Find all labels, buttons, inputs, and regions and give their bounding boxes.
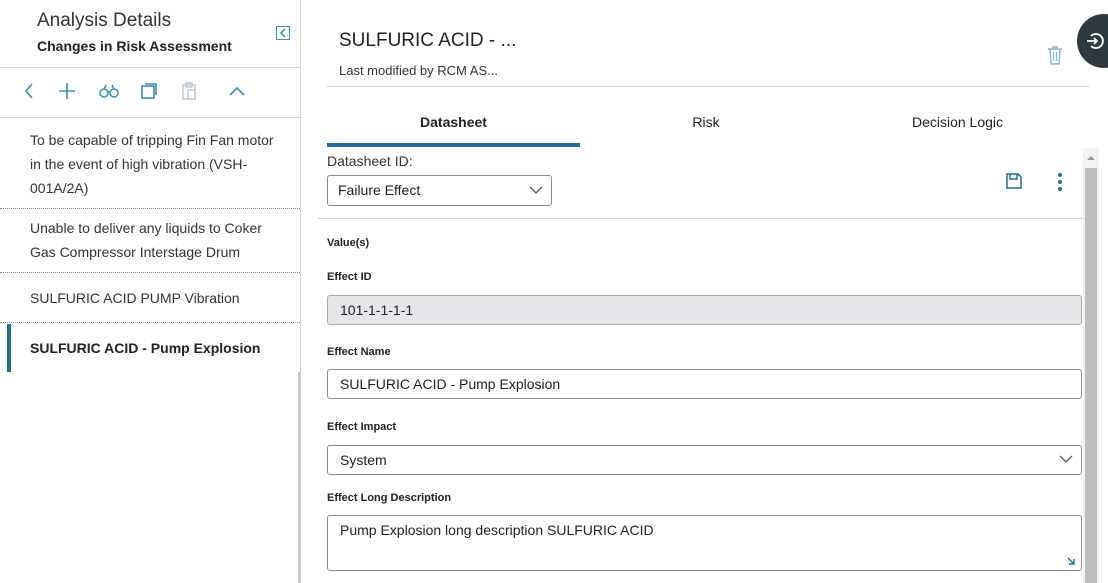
effect-long-description-value: Pump Explosion long description SULFURIC… [340,522,654,538]
list-item[interactable]: To be capable of tripping Fin Fan motor … [0,128,300,200]
effect-long-description-label: Effect Long Description [327,492,452,504]
effect-name-value: SULFURIC ACID - Pump Explosion [340,376,561,392]
effect-id-value: 101-1-1-1-1 [340,302,414,318]
effect-name-field[interactable]: SULFURIC ACID - Pump Explosion [327,369,1082,399]
divider [0,322,300,323]
effect-impact-select[interactable]: System [327,445,1082,475]
panel-divider [300,0,301,583]
paste-icon[interactable] [178,80,200,102]
save-icon[interactable] [1005,172,1023,190]
more-options-icon[interactable] [1056,172,1064,192]
scroll-up-icon[interactable] [1085,152,1097,164]
list-toolbar [0,72,300,112]
list-item[interactable]: Unable to deliver any liquids to Coker G… [0,216,300,264]
chevron-left-icon [279,28,286,38]
copy-icon[interactable] [138,80,160,102]
collapse-panel-button[interactable] [276,26,290,40]
active-tab-indicator [327,143,580,147]
panel-title: Analysis Details [37,10,172,31]
record-title: SULFURIC ACID - ... [339,30,517,51]
divider [0,117,300,118]
add-icon[interactable] [56,80,78,102]
effect-long-description-textarea[interactable]: Pump Explosion long description SULFURIC… [327,515,1082,571]
divider [318,218,1083,219]
trash-icon[interactable] [1045,44,1065,66]
effect-impact-value: System [340,452,387,468]
record-tabs: Datasheet Risk Decision Logic [327,96,1083,148]
datasheet-id-select[interactable]: Failure Effect [327,175,552,206]
effect-name-label: Effect Name [327,346,391,358]
effect-id-label: Effect ID [327,271,372,283]
analysis-details-panel: Analysis Details Changes in Risk Assessm… [0,0,301,583]
divider [0,272,300,273]
chevron-up-icon[interactable] [226,80,248,102]
datasheet-id-label: Datasheet ID: [327,153,413,169]
chevron-down-icon [529,186,543,194]
chevron-down-icon [1059,455,1073,463]
tab-risk[interactable]: Risk [580,96,832,148]
effect-impact-label: Effect Impact [327,421,397,433]
scrollbar-thumb[interactable] [1085,168,1097,583]
panel-subtitle: Changes in Risk Assessment [37,38,232,54]
binoculars-icon[interactable] [98,80,120,102]
panel-resize-handle[interactable] [298,372,300,583]
list-item[interactable]: SULFURIC ACID PUMP Vibration [0,286,300,310]
resize-handle-icon[interactable] [1065,554,1077,566]
values-heading: Value(s) [327,237,370,249]
tab-datasheet[interactable]: Datasheet [327,96,580,148]
divider [0,208,300,209]
back-icon[interactable] [18,80,40,102]
sign-in-icon [1087,33,1104,49]
tab-decision-logic[interactable]: Decision Logic [832,96,1083,148]
last-modified-text: Last modified by RCM AS... [339,63,498,78]
effect-id-field: 101-1-1-1-1 [327,295,1082,325]
datasheet-id-value: Failure Effect [338,182,421,198]
list-item-selected[interactable]: SULFURIC ACID - Pump Explosion [0,336,300,360]
divider [327,86,1089,87]
divider [0,67,300,68]
